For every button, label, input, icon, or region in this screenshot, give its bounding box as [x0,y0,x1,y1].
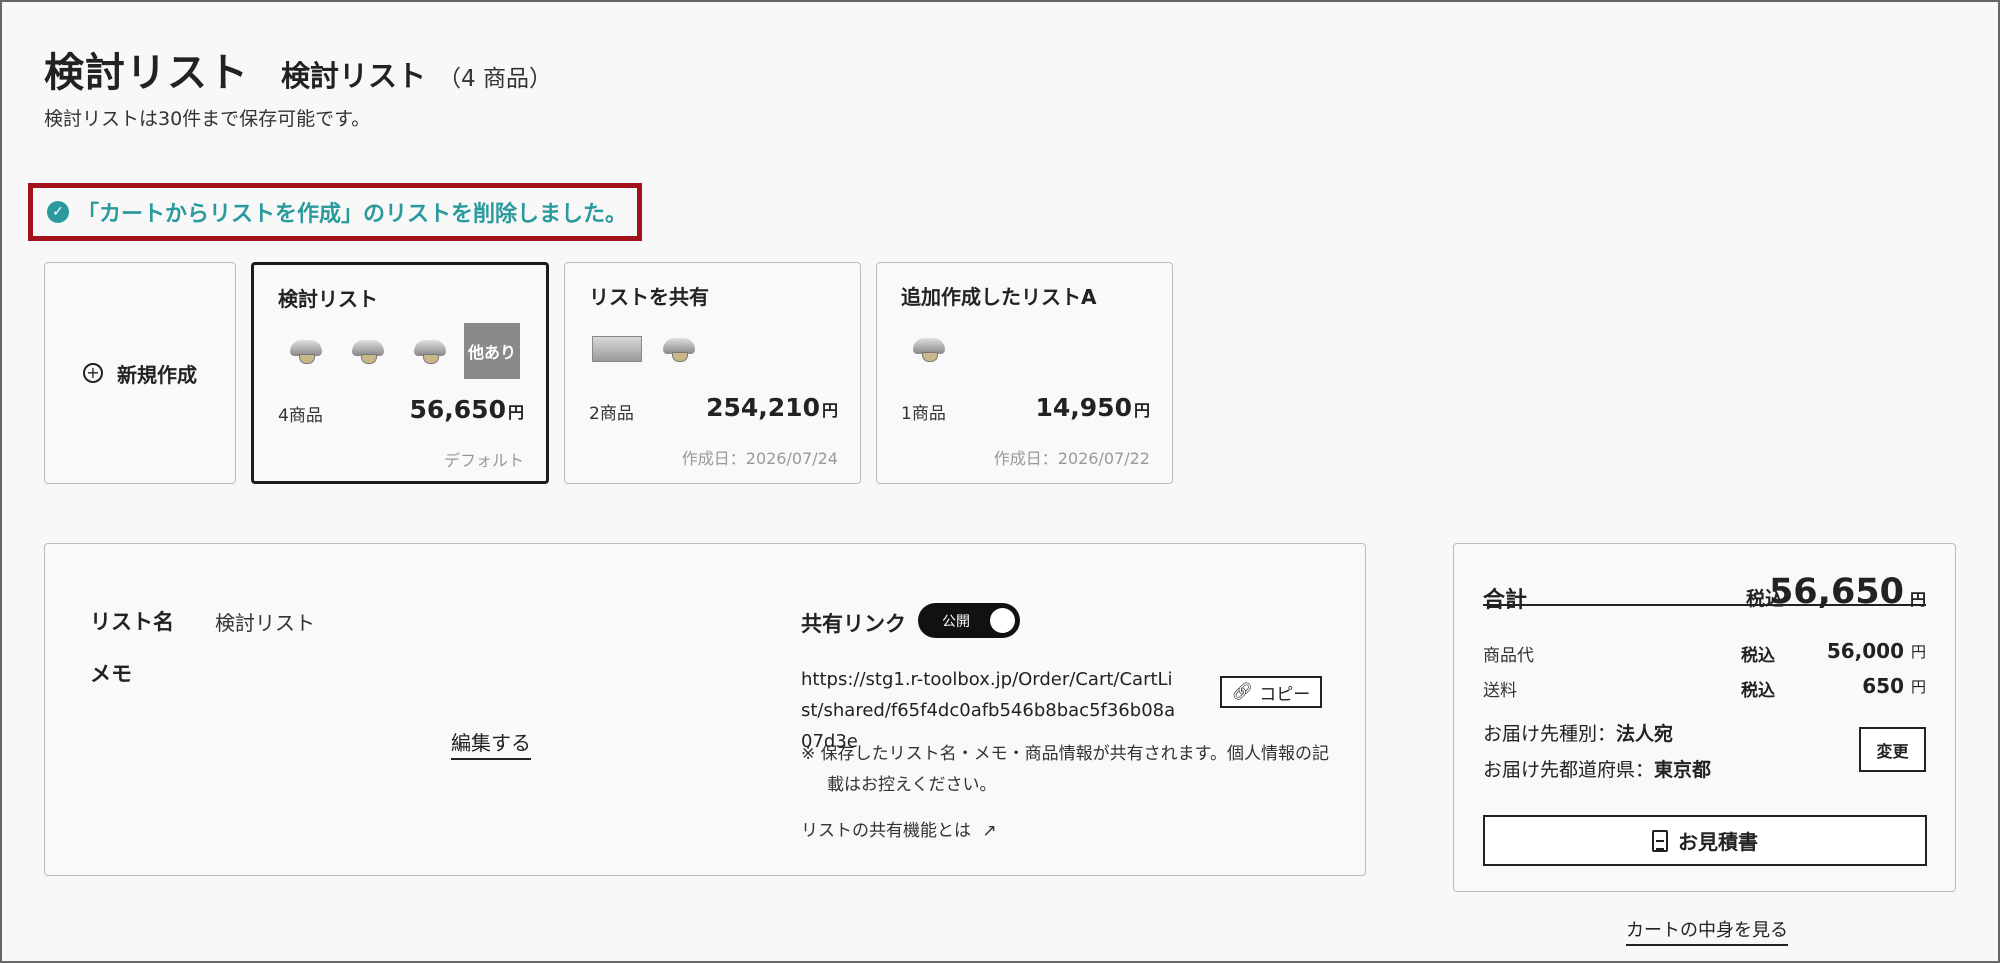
check-circle-icon: ✓ [47,201,69,223]
quote-label: お見積書 [1678,830,1758,854]
notice-message: 「カートからリストを作成」のリストを削除しました。 [77,202,628,227]
share-help-link[interactable]: リストの共有機能とは ↗ [801,816,997,841]
list-card-price: 56,650 円 [409,395,525,424]
link-icon: 🔗︎ [1231,682,1254,702]
edit-button[interactable]: 編集する [451,727,531,760]
product-thumbnail [901,321,957,377]
share-link-label: 共有リンク [801,612,906,636]
list-card-name: 追加作成したリストA [901,285,1097,309]
page-title: 検討リスト [44,50,249,96]
list-card-shared[interactable]: リストを共有 2商品 254,210 円 作成日：2026/07/24 [564,262,861,484]
change-destination-button[interactable]: 変更 [1859,727,1926,772]
more-items-badge: 他あり [464,323,520,379]
list-card-items: 2商品 [589,404,634,424]
list-detail-panel: リスト名 検討リスト メモ 編集する 共有リンク 公開 https://stg1… [44,543,1366,876]
list-card-items: 1商品 [901,404,946,424]
list-card-footer: 作成日：2026/07/22 [993,449,1150,468]
list-card-name: リストを共有 [589,285,709,309]
new-list-label: 新規作成 [117,362,197,387]
item-count: （4 商品） [438,66,552,92]
copy-label: コピー [1259,684,1311,705]
list-card-items: 4商品 [278,406,323,426]
product-thumbnail [340,323,396,379]
quote-button[interactable]: お見積書 [1483,815,1927,866]
product-thumbnail [402,323,458,379]
list-name-label: リスト名 [90,610,174,634]
summary-header: 合計 税込 56,650 円 [1483,564,1926,613]
list-title: 検討リスト [281,59,427,93]
list-card-a[interactable]: 追加作成したリストA 1商品 14,950 円 作成日：2026/07/22 [876,262,1173,484]
summary-total: 56,650 [1768,572,1904,612]
list-card-name: 検討リスト [278,287,378,311]
view-cart-link[interactable]: カートの中身を見る [1626,916,1788,946]
product-thumbnail [278,323,334,379]
order-summary: 合計 税込 56,650 円 商品代 税込 56,000 円 送料 税込 650… [1453,543,1956,892]
toggle-knob [990,608,1015,633]
public-toggle[interactable]: 公開 [918,603,1020,638]
summary-row: 商品代 税込 56,000 円 [1483,639,1926,666]
list-card-price: 14,950 円 [1035,393,1151,422]
destination-type: お届け先種別：法人宛 [1483,723,1674,745]
external-link-icon: ↗ [982,821,997,841]
product-thumbnail [651,321,707,377]
help-link-label: リストの共有機能とは [801,821,971,841]
copy-button[interactable]: 🔗︎ コピー [1220,676,1322,708]
success-notice: ✓ 「カートからリストを作成」のリストを削除しました。 [28,183,642,241]
share-note: ※ 保存したリスト名・メモ・商品情報が共有されます。個人情報の記載はお控えくださ… [801,744,1329,795]
new-list-card[interactable]: + 新規作成 [44,262,236,484]
list-card-footer: デフォルト [443,451,524,470]
plus-circle-icon: + [83,363,103,383]
summary-title: 合計 [1483,588,1528,613]
product-thumbnail [589,321,645,377]
toggle-label: 公開 [942,613,970,630]
list-card-default[interactable]: 検討リスト 他あり 4商品 56,650 円 デフォルト [251,262,549,484]
product-thumbnails: 他あり [278,323,520,379]
page-description: 検討リストは30件まで保存可能です。 [44,108,371,130]
document-icon [1652,829,1668,852]
destination-prefecture: お届け先都道府県：東京都 [1483,759,1712,781]
list-name-value: 検討リスト [215,611,315,635]
product-thumbnails [901,321,957,377]
memo-label: メモ [90,662,132,686]
product-thumbnails [589,321,707,377]
summary-yen: 円 [1909,590,1926,609]
list-card-footer: 作成日：2026/07/24 [681,449,838,468]
page-header: 検討リスト 検討リスト （4 商品） [44,40,552,98]
list-card-price: 254,210 円 [706,393,838,422]
summary-row: 送料 税込 650 円 [1483,674,1926,701]
